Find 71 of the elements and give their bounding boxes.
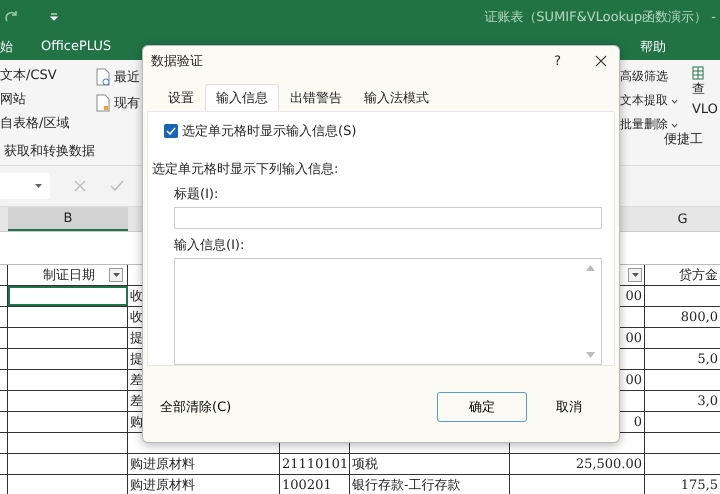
ribbon-tab[interactable]: OfficePLUS xyxy=(41,39,124,54)
checkbox[interactable] xyxy=(164,124,178,138)
ribbon-command[interactable]: 最近 xyxy=(114,68,140,86)
ribbon-command[interactable]: VLO xyxy=(692,100,718,120)
dialog-title: 数据验证 xyxy=(151,53,203,70)
chevron-down-icon[interactable] xyxy=(671,99,678,104)
dropdown-caret-icon[interactable] xyxy=(112,273,120,277)
clear-all-button[interactable]: 全部清除(C) xyxy=(149,392,242,422)
ribbon-command[interactable]: 文本/CSV xyxy=(0,66,96,86)
dialog-tab[interactable]: 设置 xyxy=(157,84,205,111)
selected-cell[interactable] xyxy=(8,286,128,306)
table-cell-text: 购 xyxy=(130,414,143,431)
check-icon[interactable] xyxy=(110,180,124,192)
customize-toolbar-icon[interactable] xyxy=(50,12,58,20)
chevron-down-icon[interactable] xyxy=(671,123,678,128)
table-cell: 21110101 xyxy=(282,456,348,472)
table-header: 贷方金 xyxy=(679,267,718,284)
table-cell: 175,5 xyxy=(680,478,718,492)
checkbox-label[interactable]: 选定单元格时显示输入信息(S) xyxy=(182,122,356,140)
table-cell: 100201 xyxy=(282,478,332,492)
ribbon-command[interactable]: 高级筛选 xyxy=(620,66,690,86)
ribbon-command[interactable]: 现有 xyxy=(114,94,140,112)
ribbon-command[interactable]: 自表格/区域 xyxy=(0,114,96,134)
column-header[interactable]: B xyxy=(8,207,128,231)
table-cell: 5,0 xyxy=(697,352,718,366)
document-icon xyxy=(96,68,110,86)
table-cell-text: 购进原材料 xyxy=(130,456,195,473)
table-cell: 00 xyxy=(625,330,642,346)
ribbon-command[interactable]: 网站 xyxy=(0,90,96,110)
close-icon[interactable] xyxy=(595,55,607,67)
section-label: 选定单元格时显示下列输入信息: xyxy=(152,161,340,178)
dropdown-caret-icon[interactable] xyxy=(35,184,42,188)
redo-icon[interactable] xyxy=(4,10,20,24)
table-cell: 00 xyxy=(625,288,642,304)
table-cell: 0 xyxy=(634,414,642,430)
dialog-tab[interactable]: 出错警告 xyxy=(279,84,353,111)
group-label: 获取和转换数据 xyxy=(3,143,96,160)
table-cell-text: 购进原材料 xyxy=(130,477,195,494)
ribbon-command[interactable]: 查 xyxy=(692,80,705,100)
ok-button[interactable]: 确定 xyxy=(437,392,527,422)
field-label: 输入信息(I): xyxy=(174,236,246,254)
ribbon-tab[interactable]: 帮助 xyxy=(640,38,686,56)
filter-button[interactable] xyxy=(628,268,642,282)
table-cell: 00 xyxy=(625,372,642,388)
filter-button[interactable] xyxy=(109,268,123,282)
group-label: 便捷工 xyxy=(664,131,703,148)
cancel-button[interactable]: 取消 xyxy=(539,392,599,422)
ribbon-command[interactable]: 文本提取 xyxy=(620,90,690,110)
title-input-field[interactable] xyxy=(174,207,602,229)
window-title: 证账表（SUMIF&VLookup函数演示） - xyxy=(484,8,716,26)
table-cell-text: 项税 xyxy=(352,456,378,473)
table-header: 制证日期 xyxy=(43,267,95,284)
table-cell-text: 提 xyxy=(130,330,143,347)
dropdown-caret-icon[interactable] xyxy=(632,273,638,277)
table-cell-text: 差 xyxy=(130,393,143,410)
table-icon xyxy=(692,66,704,80)
table-cell: 3,0 xyxy=(697,394,718,408)
table-cell: 25,500.00 xyxy=(576,456,642,472)
help-button[interactable]: ? xyxy=(554,54,561,68)
table-cell-text: 收 xyxy=(130,288,143,305)
column-header[interactable]: G xyxy=(645,207,720,231)
dialog-tab[interactable]: 输入法模式 xyxy=(353,84,440,111)
table-cell-text: 提 xyxy=(130,351,143,368)
table-cell: 800,0 xyxy=(680,310,718,324)
table-cell-text: 银行存款-工行存款 xyxy=(352,477,460,494)
document-icon xyxy=(96,94,110,112)
dialog-tab[interactable]: 输入信息 xyxy=(205,84,279,111)
ribbon-tab[interactable]: 始 xyxy=(0,38,41,56)
field-label: 标题(I): xyxy=(174,186,220,203)
table-cell-text: 收 xyxy=(130,309,143,326)
table-cell-text: 差 xyxy=(130,372,143,389)
